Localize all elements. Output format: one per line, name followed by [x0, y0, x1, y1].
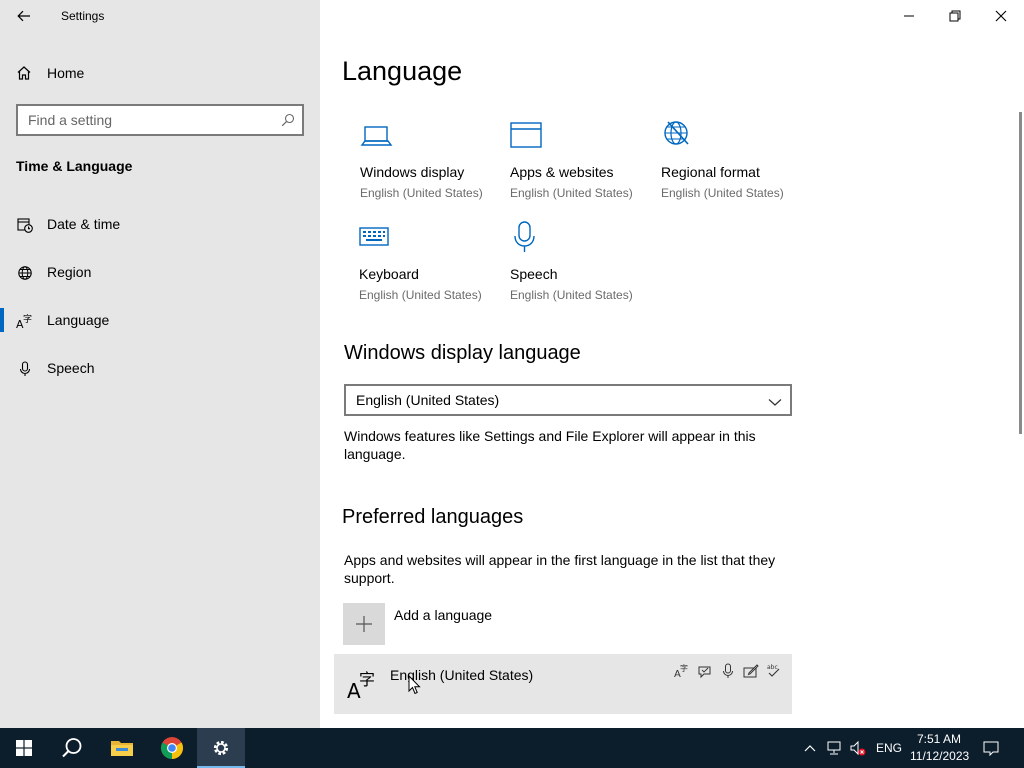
sidebar-item-region[interactable]: Region — [0, 252, 320, 292]
speech-recognition-icon — [720, 663, 736, 679]
network-icon[interactable] — [826, 740, 842, 756]
plus-icon — [343, 603, 385, 645]
restore-icon — [949, 10, 961, 22]
home-icon — [16, 65, 32, 86]
section-title: Time & Language — [16, 158, 133, 174]
display-language-description: Windows features like Settings and File … — [344, 428, 756, 462]
start-button[interactable] — [0, 728, 48, 768]
language-features: A字 abc — [674, 663, 782, 679]
display-language-icon: A字 — [674, 663, 690, 679]
handwriting-icon — [743, 663, 759, 679]
back-arrow-icon — [17, 10, 30, 22]
search-input[interactable] — [18, 106, 273, 134]
taskbar-settings[interactable] — [197, 728, 245, 768]
tile-name: Keyboard — [359, 266, 419, 282]
sidebar-item-label: Speech — [47, 360, 95, 376]
taskbar-search-button[interactable] — [48, 728, 96, 768]
svg-text:字: 字 — [359, 670, 375, 689]
sidebar-item-language[interactable]: A字 Language — [0, 300, 320, 340]
svg-text:字: 字 — [23, 313, 32, 325]
language-icon: A字 — [16, 312, 34, 330]
preferred-languages-heading: Preferred languages — [342, 506, 524, 528]
tile-subtitle: English (United States) — [360, 186, 483, 200]
notification-icon[interactable] — [983, 740, 999, 756]
sidebar-item-label: Language — [47, 312, 110, 328]
close-icon — [995, 10, 1007, 22]
tile-name: Apps & websites — [510, 164, 614, 180]
laptop-icon — [360, 118, 394, 152]
tile-subtitle: English (United States) — [510, 288, 633, 302]
microphone-icon — [16, 360, 34, 378]
clock-time[interactable]: 7:51 AM — [917, 732, 961, 746]
restore-button[interactable] — [932, 0, 978, 32]
svg-text:abc: abc — [767, 664, 778, 671]
keyboard-icon — [359, 220, 393, 254]
tile-name: Windows display — [360, 164, 465, 180]
file-explorer-icon — [111, 741, 133, 756]
chrome-icon — [161, 737, 183, 759]
tile-subtitle: English (United States) — [661, 186, 784, 200]
display-language-dropdown[interactable]: English (United States) — [344, 384, 792, 416]
tile-regional-format[interactable]: Regional format English (United States) — [661, 118, 801, 214]
chevron-down-icon — [768, 394, 782, 412]
add-language-button[interactable]: Add a language — [343, 603, 643, 645]
tile-keyboard[interactable]: Keyboard English (United States) — [359, 220, 499, 316]
home-nav-item[interactable]: Home — [0, 56, 320, 90]
display-language-heading: Windows display language — [344, 342, 581, 364]
sidebar-item-label: Date & time — [47, 216, 121, 232]
preferred-languages-description: Apps and websites will appear in the fir… — [344, 552, 776, 586]
add-language-label: Add a language — [394, 607, 493, 623]
taskbar-chrome[interactable] — [148, 728, 196, 768]
browser-window-icon — [510, 118, 544, 152]
input-language-indicator[interactable]: ENG — [876, 741, 902, 755]
tile-apps-websites[interactable]: Apps & websites English (United States) — [510, 118, 650, 214]
taskbar-file-explorer[interactable] — [98, 728, 146, 768]
chevron-up-icon[interactable] — [802, 740, 818, 756]
taskbar: ENG 7:51 AM 11/12/2023 — [0, 728, 1024, 768]
search-icon — [62, 738, 82, 758]
start-icon — [16, 740, 32, 756]
language-list-item[interactable]: A字 English (United States) A字 abc — [334, 654, 792, 714]
page-title: Language — [342, 56, 463, 86]
back-button[interactable] — [8, 3, 40, 29]
minimize-button[interactable] — [886, 0, 932, 32]
search-box — [16, 104, 304, 136]
tile-name: Speech — [510, 266, 558, 282]
tile-name: Regional format — [661, 164, 760, 180]
settings-icon — [213, 740, 229, 756]
sidebar: Settings Home Time & Language Date & tim… — [0, 0, 320, 728]
home-label: Home — [47, 65, 85, 81]
dropdown-value: English (United States) — [356, 392, 500, 408]
microphone-icon — [510, 220, 544, 254]
tile-windows-display[interactable]: Windows display English (United States) — [360, 118, 500, 214]
main-content: Language Windows display English (United… — [320, 0, 1024, 728]
scrollbar[interactable] — [1019, 112, 1022, 434]
tile-subtitle: English (United States) — [359, 288, 482, 302]
clock-date[interactable]: 11/12/2023 — [910, 749, 969, 763]
globe-icon — [16, 264, 34, 282]
search-icon[interactable] — [281, 113, 295, 132]
close-button[interactable] — [978, 0, 1024, 32]
sidebar-item-speech[interactable]: Speech — [0, 348, 320, 388]
tile-subtitle: English (United States) — [510, 186, 633, 200]
tile-speech[interactable]: Speech English (United States) — [510, 220, 650, 316]
mouse-cursor-icon — [408, 674, 422, 700]
language-icon: A字 — [347, 668, 379, 703]
volume-muted-icon[interactable] — [850, 740, 866, 756]
text-to-speech-icon — [697, 663, 713, 679]
svg-text:字: 字 — [680, 663, 688, 673]
date-time-icon — [16, 216, 34, 234]
minimize-icon — [904, 15, 914, 17]
sidebar-item-label: Region — [47, 264, 92, 280]
spellcheck-icon: abc — [766, 663, 782, 679]
sidebar-item-date-time[interactable]: Date & time — [0, 204, 320, 244]
window-title: Settings — [61, 9, 105, 23]
globe-format-icon — [661, 118, 695, 152]
